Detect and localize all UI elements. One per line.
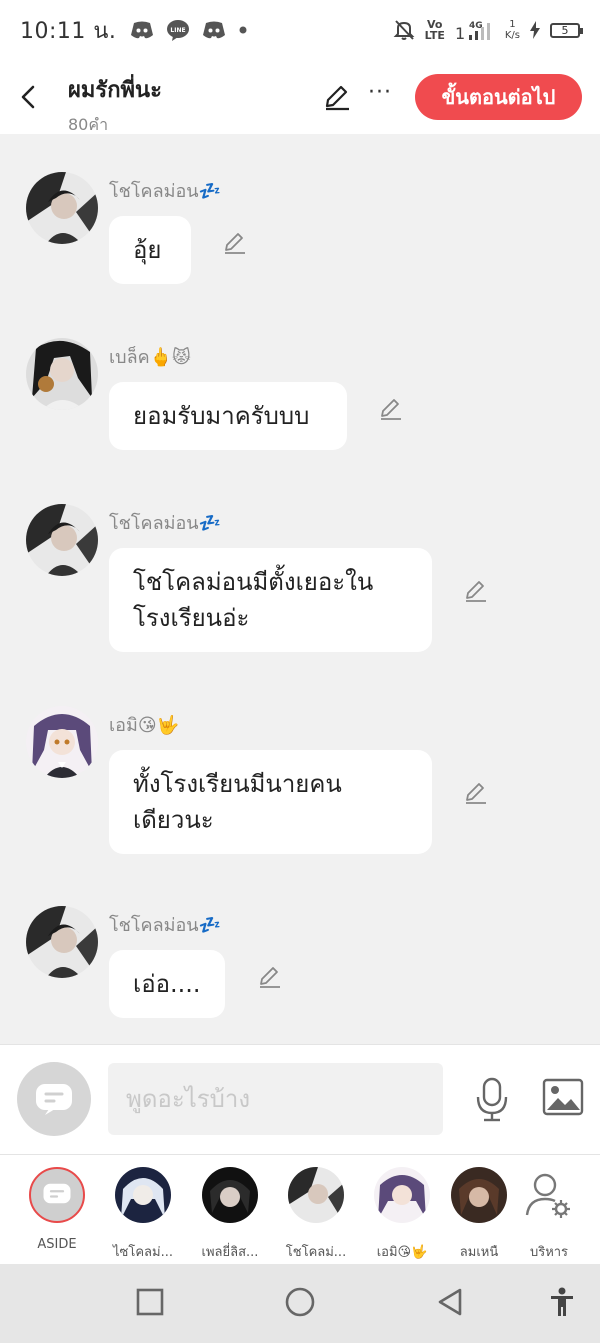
status-time: 10:11 น. [20, 18, 117, 44]
avatar[interactable] [26, 338, 98, 410]
message-text: อุ้ย [133, 236, 162, 264]
aside-avatar [29, 1167, 85, 1223]
message-text-line: โชโคลม่อนมีตั้งเยอะใน [133, 568, 374, 596]
character-avatar [451, 1167, 507, 1223]
battery-indicator: 5 [550, 22, 583, 38]
notification-icons: LINE [130, 19, 248, 41]
message-bubble[interactable]: ยอมรับมาครับบบ [109, 382, 347, 450]
svg-text:1: 1 [455, 24, 465, 41]
message-bubble[interactable]: ทั้งโรงเรียนมีนายคน เดียวนะ [109, 750, 432, 854]
next-step-button[interactable]: ขั้นตอนต่อไป [415, 74, 582, 120]
net-speed-unit: K/s [504, 30, 520, 41]
avatar[interactable] [26, 706, 98, 778]
character-avatar [288, 1167, 344, 1223]
edit-message-icon[interactable] [463, 578, 489, 604]
avatar[interactable] [26, 906, 98, 978]
status-bar: 10:11 น. LINE Vo LTE 1 4G 1 K/s 5 [0, 0, 600, 60]
edit-message-icon[interactable] [257, 964, 283, 990]
message-text: เอ่อ.... [133, 970, 201, 998]
character-avatar [115, 1167, 171, 1223]
chat-story-editor: 10:11 น. LINE Vo LTE 1 4G 1 K/s 5 ผมรักพ… [0, 0, 600, 1343]
message-bubble[interactable]: โชโคลม่อนมีตั้งเยอะใน โรงเรียนอ่ะ [109, 548, 432, 652]
discord-icon [131, 21, 154, 39]
sender-name: เอมิ😘🤟 [109, 715, 180, 736]
message-bubble[interactable]: อุ้ย [109, 216, 191, 284]
sender-name: เบล็ค🖕😾 [109, 347, 191, 368]
avatar[interactable] [26, 172, 98, 244]
svg-text:LINE: LINE [171, 27, 186, 34]
character-label: เพลยี่ลิส... [201, 1245, 259, 1260]
microphone-icon[interactable] [474, 1075, 510, 1123]
accessibility-icon[interactable] [546, 1286, 578, 1318]
manage-characters-button[interactable]: บริหาร [509, 1167, 589, 1262]
title-block: ผมรักพี่นะ 80คำ [68, 72, 162, 138]
recents-square-icon[interactable] [134, 1286, 166, 1318]
edit-pencil-icon[interactable] [322, 82, 352, 112]
message-composer [0, 1044, 600, 1154]
character-item[interactable]: โชโคลม่... [276, 1167, 356, 1262]
app-header: ผมรักพี่นะ 80คำ ··· ขั้นตอนต่อไป [0, 60, 600, 134]
edit-message-icon[interactable] [222, 230, 248, 256]
aside-toggle-button[interactable] [17, 1062, 91, 1136]
character-label: บริหาร [529, 1245, 569, 1260]
user-settings-icon [525, 1173, 570, 1218]
character-label: ไซโคลม่... [113, 1245, 173, 1260]
chat-bubble-icon [43, 1183, 71, 1204]
message-text: ยอมรับมาครับบบ [133, 402, 310, 430]
character-bar: ASIDE ไซโคลม่... เพลยี่ลิส... โชโคลม่...… [0, 1154, 600, 1264]
character-item[interactable]: ลมเหนื [444, 1167, 514, 1262]
character-item-aside[interactable]: ASIDE [17, 1167, 97, 1252]
signal-icon: 1 4G [455, 21, 490, 41]
character-item[interactable]: ไซโคลม่... [103, 1167, 183, 1262]
charging-icon [530, 21, 540, 39]
sender-name: โชโคลม่อน💤 [109, 181, 222, 202]
character-avatar [374, 1167, 430, 1223]
character-label: เอมิ😘🤟 [376, 1245, 428, 1260]
back-icon[interactable] [14, 80, 44, 114]
net-speed-value: 1 [509, 19, 516, 30]
sender-name: โชโคลม่อน💤 [109, 513, 222, 534]
character-label: โชโคลม่... [285, 1245, 347, 1260]
message-list: โชโคลม่อน💤 อุ้ย เบล็ค🖕😾 ยอมรับมาครับบบ โ… [0, 134, 600, 1044]
system-navigation-bar [0, 1264, 600, 1343]
volte-indicator: Vo LTE [424, 18, 445, 42]
more-options-button[interactable]: ··· [368, 80, 392, 105]
character-item[interactable]: เพลยี่ลิส... [190, 1167, 270, 1262]
message-text-line: ทั้งโรงเรียนมีนายคน [133, 770, 342, 798]
line-icon: LINE [167, 20, 190, 41]
edit-message-icon[interactable] [378, 396, 404, 422]
discord-icon [203, 21, 226, 39]
network-type: 4G [469, 21, 483, 31]
system-status: Vo LTE 1 4G 1 K/s 5 [393, 18, 583, 42]
home-circle-icon[interactable] [284, 1286, 316, 1318]
mute-bell-icon [393, 20, 415, 40]
edit-message-icon[interactable] [463, 780, 489, 806]
message-text-line: เดียวนะ [133, 806, 214, 834]
character-avatar [202, 1167, 258, 1223]
message-input[interactable] [108, 1063, 443, 1135]
net-speed: 1 K/s [505, 19, 520, 41]
avatar[interactable] [26, 504, 98, 576]
dot-icon [239, 26, 247, 34]
character-label: ASIDE [37, 1237, 77, 1252]
character-item[interactable]: เอมิ😘🤟 [362, 1167, 442, 1262]
message-bubble[interactable]: เอ่อ.... [109, 950, 225, 1018]
sender-name: โชโคลม่อน💤 [109, 915, 222, 936]
message-text-line: โรงเรียนอ่ะ [133, 604, 250, 632]
character-label: ลมเหนื [459, 1245, 499, 1260]
back-triangle-icon[interactable] [434, 1286, 466, 1318]
image-icon[interactable] [542, 1077, 584, 1117]
page-title: ผมรักพี่นะ [68, 78, 162, 103]
chat-bubble-icon [36, 1084, 72, 1115]
